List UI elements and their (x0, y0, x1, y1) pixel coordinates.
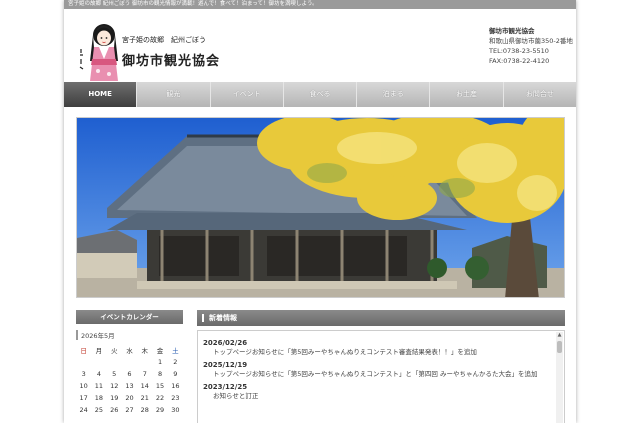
calendar-weekdays: 日 月 火 水 木 金 土 (76, 344, 183, 356)
news-item: 2023/12/25 お知らせと訂正 (203, 383, 550, 401)
calendar-day[interactable]: 17 (76, 392, 91, 404)
calendar-day[interactable]: 19 (107, 392, 122, 404)
calendar-day[interactable]: 5 (107, 368, 122, 380)
calendar-day[interactable]: 16 (168, 380, 183, 392)
contact-block: 御坊市観光協会 和歌山県御坊市薗350-2番地 TEL:0738-23-5510… (489, 26, 573, 66)
nav-item-home[interactable]: HOME (64, 82, 138, 107)
calendar-day[interactable] (137, 356, 152, 368)
contact-address: 和歌山県御坊市薗350-2番地 (489, 37, 573, 45)
news-item: 2025/12/19 トップページお知らせに「第5回みーやちゃんぬりえコンテスト… (203, 361, 550, 379)
calendar-week: 24 25 26 27 28 29 30 (76, 404, 183, 416)
news-link[interactable]: トップページお知らせに「第5回みーやちゃんぬりえコンテスト」と「第四回 みーやち… (203, 369, 550, 379)
calendar-day[interactable]: 24 (76, 404, 91, 416)
nav-item-souvenirs[interactable]: お土産 (430, 82, 504, 107)
calendar-day[interactable]: 23 (168, 392, 183, 404)
nav-item-stay[interactable]: 泊まる (357, 82, 431, 107)
calendar-day[interactable]: 3 (76, 368, 91, 380)
top-tagline-bar: 宮子姫の故郷 紀州ごぼう 御坊市の観光情報が満載！遊んで！食べて！泊まって！御坊… (64, 0, 576, 9)
weekday-label: 月 (95, 347, 103, 355)
news-date: 2023/12/25 (203, 383, 248, 391)
calendar-day[interactable] (122, 356, 137, 368)
calendar-day[interactable]: 12 (107, 380, 122, 392)
contact-fax: FAX:0738-22-4120 (489, 57, 550, 65)
weekday-label: 日 (80, 347, 87, 355)
calendar-day[interactable]: 1 (152, 356, 167, 368)
calendar-week: 17 18 19 20 21 22 23 (76, 392, 183, 404)
header: 宮子姫の故郷 紀州ごぼう 御坊市観光協会 御坊市観光協会 和歌山県御坊市薗350… (64, 9, 576, 81)
mascot-logo[interactable] (76, 21, 122, 83)
calendar-day[interactable] (91, 356, 106, 368)
calendar-day[interactable]: 29 (152, 404, 167, 416)
nav-item-contact[interactable]: お問合せ (504, 82, 576, 107)
weekday-label: 土 (172, 347, 179, 355)
site-title[interactable]: 御坊市観光協会 (122, 50, 220, 69)
nav-item-sightseeing[interactable]: 観光 (137, 82, 211, 107)
event-calendar: イベントカレンダー 2026年5月 日 月 火 水 木 金 土 1 2 3 4 … (76, 310, 183, 416)
nav-item-eat[interactable]: 食べる (284, 82, 358, 107)
calendar-day[interactable]: 8 (152, 368, 167, 380)
calendar-day[interactable]: 7 (137, 368, 152, 380)
scroll-up-arrow-icon[interactable]: ▲ (556, 332, 563, 339)
news-list[interactable]: 2026/02/26 トップページお知らせに「第5回みーやちゃんぬりえコンテスト… (197, 330, 565, 423)
calendar-day[interactable]: 14 (137, 380, 152, 392)
contact-org: 御坊市観光協会 (489, 27, 535, 35)
calendar-day[interactable]: 11 (91, 380, 106, 392)
calendar-day[interactable]: 22 (152, 392, 167, 404)
calendar-day[interactable]: 25 (91, 404, 106, 416)
calendar-day[interactable]: 20 (122, 392, 137, 404)
calendar-day[interactable] (107, 356, 122, 368)
calendar-day[interactable]: 2 (168, 356, 183, 368)
main-nav: HOME 観光 イベント 食べる 泊まる お土産 お問合せ (64, 82, 576, 107)
calendar-month: 2026年5月 (76, 330, 183, 340)
news-item: 2026/02/26 トップページお知らせに「第5回みーやちゃんぬりえコンテスト… (203, 339, 550, 357)
calendar-day[interactable]: 21 (137, 392, 152, 404)
hero-temple-photo (76, 117, 565, 298)
header-tagline: 宮子姫の故郷 紀州ごぼう (122, 36, 206, 44)
contact-tel: TEL:0738-23-5510 (489, 47, 549, 55)
calendar-day[interactable]: 13 (122, 380, 137, 392)
weekday-label: 木 (141, 347, 149, 355)
calendar-week: 1 2 (76, 356, 183, 368)
calendar-day[interactable]: 15 (152, 380, 167, 392)
calendar-title: イベントカレンダー (76, 310, 183, 324)
calendar-day[interactable]: 10 (76, 380, 91, 392)
news-date: 2026/02/26 (203, 339, 248, 347)
calendar-day[interactable]: 30 (168, 404, 183, 416)
calendar-day[interactable]: 28 (137, 404, 152, 416)
weekday-label: 金 (156, 347, 164, 355)
nav-item-events[interactable]: イベント (211, 82, 284, 107)
calendar-day[interactable]: 9 (168, 368, 183, 380)
calendar-day[interactable]: 18 (91, 392, 106, 404)
news-link[interactable]: トップページお知らせに「第5回みーやちゃんぬりえコンテスト審査結果発表！！」を追… (203, 347, 550, 357)
calendar-grid: 日 月 火 水 木 金 土 1 2 3 4 5 6 7 8 9 10 11 12… (76, 344, 183, 416)
calendar-day[interactable]: 27 (122, 404, 137, 416)
scrollbar-thumb[interactable] (557, 341, 562, 353)
weekday-label: 火 (110, 347, 118, 355)
news-title: 新着情報 (197, 310, 565, 326)
page: 宮子姫の故郷 紀州ごぼう 御坊市の観光情報が満載！遊んで！食べて！泊まって！御坊… (64, 0, 576, 423)
calendar-week: 3 4 5 6 7 8 9 (76, 368, 183, 380)
calendar-day[interactable]: 6 (122, 368, 137, 380)
news-link[interactable]: お知らせと訂正 (203, 391, 550, 401)
calendar-day[interactable]: 26 (107, 404, 122, 416)
news-date: 2025/12/19 (203, 361, 248, 369)
news-section: 新着情報 2026/02/26 トップページお知らせに「第5回みーやちゃんぬりえ… (197, 310, 565, 423)
weekday-label: 水 (126, 347, 133, 355)
calendar-day[interactable]: 4 (91, 368, 106, 380)
calendar-day[interactable] (76, 356, 91, 368)
calendar-week: 10 11 12 13 14 15 16 (76, 380, 183, 392)
